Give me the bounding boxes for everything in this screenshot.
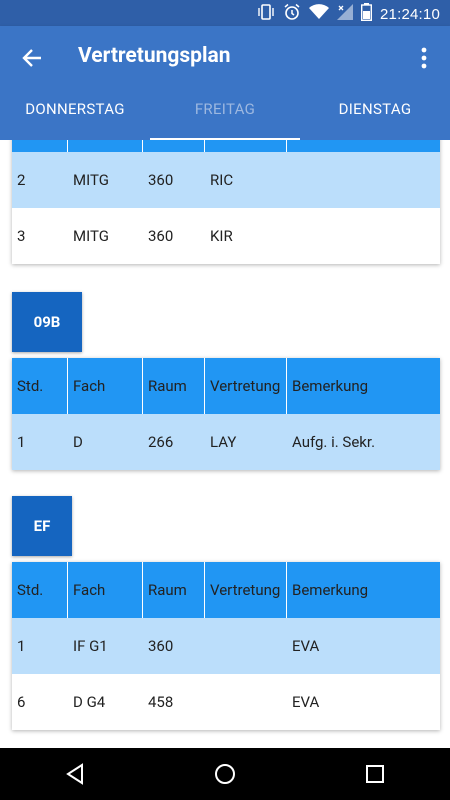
- cell-fach: MITG: [73, 227, 109, 245]
- col-vertretung: Vertretung: [205, 358, 287, 414]
- plan-card: Std. Fach Raum Vertretung Bemerkung 1 D …: [12, 358, 440, 470]
- nav-recents-icon: [366, 765, 384, 783]
- table-row: 1 IF G1 360 EVA: [12, 618, 440, 674]
- cell-std: 2: [17, 171, 26, 189]
- page-title: Vertretungsplan: [78, 44, 231, 68]
- col-bemerkung: Bemerkung: [292, 581, 369, 599]
- overflow-menu-button[interactable]: [408, 42, 440, 74]
- status-time: 21:24:10: [380, 5, 440, 23]
- nav-home-icon: [215, 764, 235, 784]
- col-vertretung: Vertretung: [205, 562, 287, 618]
- signal-icon: [337, 4, 353, 24]
- tab-freitag[interactable]: FREITAG: [150, 88, 300, 140]
- tab-donnerstag[interactable]: DONNERSTAG: [0, 88, 150, 140]
- cell-raum: 360: [148, 637, 174, 655]
- cell-std: 3: [17, 227, 26, 245]
- col-fach: Fach: [68, 562, 143, 618]
- plan-card: Std. Fach Raum Vertretung Bemerkung 2 MI…: [12, 140, 440, 264]
- app-bar: Vertretungsplan DONNERSTAG FREITAG DIENS…: [0, 26, 450, 140]
- cell-bemerkung: EVA: [292, 637, 320, 655]
- plan-card: Std. Fach Raum Vertretung Bemerkung 1 IF…: [12, 562, 440, 730]
- nav-recents-button[interactable]: [345, 754, 405, 794]
- col-std: Std.: [12, 140, 68, 152]
- col-fach: Fach: [68, 358, 143, 414]
- cell-fach: D G4: [73, 693, 106, 711]
- col-fach: Fach: [68, 140, 143, 152]
- col-vertretung: Vertretung: [205, 140, 287, 152]
- table-header: Std. Fach Raum Vertretung Bemerkung: [12, 562, 440, 618]
- cell-bemerkung: EVA: [292, 693, 320, 711]
- day-tabs: DONNERSTAG FREITAG DIENSTAG: [0, 88, 450, 140]
- table-header: Std. Fach Raum Vertretung Bemerkung: [12, 358, 440, 414]
- class-badge: 09B: [12, 292, 82, 352]
- cell-std: 1: [17, 637, 26, 655]
- table-row: 1 D 266 LAY Aufg. i. Sekr.: [12, 414, 440, 470]
- battery-icon: [360, 3, 373, 25]
- status-bar: 21:24:10: [0, 0, 450, 26]
- cell-std: 6: [17, 693, 26, 711]
- back-arrow-icon: [22, 49, 41, 67]
- tab-dienstag[interactable]: DIENSTAG: [300, 88, 450, 140]
- cell-raum: 360: [148, 227, 174, 245]
- nav-home-button[interactable]: [195, 754, 255, 794]
- col-std: Std.: [12, 562, 68, 618]
- col-raum: Raum: [143, 140, 205, 152]
- cell-vertretung: RIC: [210, 171, 234, 189]
- col-bemerkung: Bemerkung: [292, 377, 369, 395]
- cell-raum: 458: [148, 693, 174, 711]
- nav-back-button[interactable]: [45, 754, 105, 794]
- col-std: Std.: [12, 358, 68, 414]
- nav-back-icon: [66, 763, 83, 785]
- more-vert-icon: [421, 47, 427, 69]
- class-badge: EF: [12, 496, 72, 556]
- system-nav-bar: [0, 748, 450, 800]
- back-button[interactable]: [16, 42, 48, 74]
- cell-raum: 360: [148, 171, 174, 189]
- alarm-icon: [283, 3, 301, 25]
- status-icons: 21:24:10: [257, 3, 440, 25]
- plan-content[interactable]: Std. Fach Raum Vertretung Bemerkung 2 MI…: [0, 140, 450, 748]
- table-row: 2 MITG 360 RIC: [12, 152, 440, 208]
- cell-std: 1: [17, 433, 26, 451]
- cell-fach: MITG: [73, 171, 109, 189]
- col-raum: Raum: [143, 562, 205, 618]
- cell-fach: D: [73, 433, 83, 451]
- cell-fach: IF G1: [73, 637, 108, 655]
- cell-vertretung: KIR: [210, 227, 233, 245]
- vibrate-icon: [257, 4, 275, 24]
- cell-bemerkung: Aufg. i. Sekr.: [292, 433, 376, 451]
- cell-vertretung: LAY: [210, 433, 237, 451]
- table-row: 6 D G4 458 EVA: [12, 674, 440, 730]
- wifi-icon: [309, 4, 329, 24]
- col-bemerkung: Bemerkung: [287, 140, 440, 152]
- table-row: 3 MITG 360 KIR: [12, 208, 440, 264]
- table-header: Std. Fach Raum Vertretung Bemerkung: [12, 140, 440, 152]
- col-raum: Raum: [143, 358, 205, 414]
- cell-raum: 266: [148, 433, 174, 451]
